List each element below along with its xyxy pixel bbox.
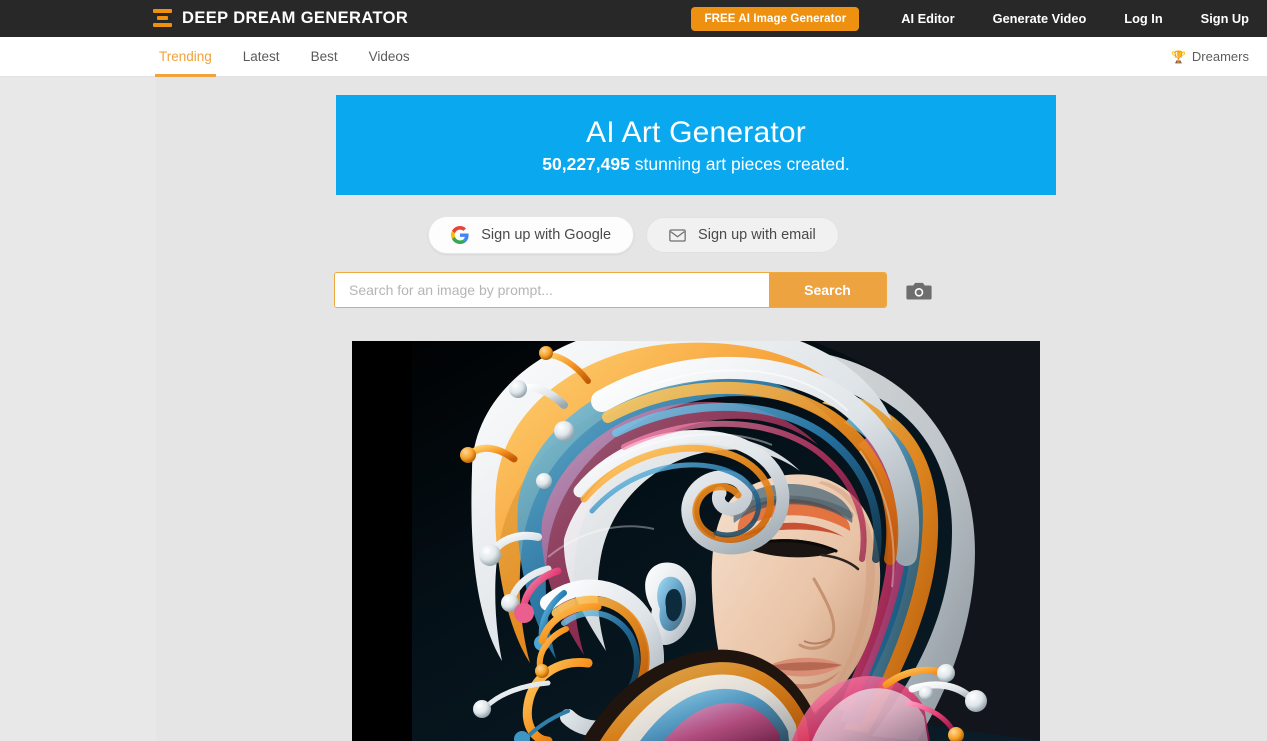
- search-bar: Search: [334, 272, 887, 308]
- hourglass-logo-icon: [153, 8, 172, 30]
- tab-best[interactable]: Best: [311, 37, 338, 77]
- dreamers-link[interactable]: 🏆 Dreamers: [1171, 49, 1249, 64]
- tab-videos[interactable]: Videos: [369, 37, 410, 77]
- camera-icon: [905, 282, 932, 299]
- hero-subtitle: 50,227,495 stunning art pieces created.: [542, 154, 849, 175]
- page-background-left: [0, 77, 156, 741]
- free-ai-image-generator-button[interactable]: FREE AI Image Generator: [691, 6, 860, 31]
- brand-logo[interactable]: DEEP DREAM GENERATOR: [153, 8, 408, 30]
- top-navigation: FREE AI Image Generator AI Editor Genera…: [691, 6, 1267, 31]
- google-button-label: Sign up with Google: [481, 227, 612, 243]
- art-pieces-count: 50,227,495: [542, 153, 630, 174]
- hero-banner: AI Art Generator 50,227,495 stunning art…: [336, 95, 1056, 195]
- artwork-image: [352, 341, 1040, 741]
- sign-up-with-google-button[interactable]: Sign up with Google: [428, 216, 635, 254]
- camera-search-button[interactable]: [904, 279, 933, 301]
- dreamers-label: Dreamers: [1191, 49, 1249, 64]
- email-button-label: Sign up with email: [698, 227, 816, 243]
- tab-latest[interactable]: Latest: [243, 37, 280, 77]
- featured-artwork[interactable]: [352, 341, 1040, 741]
- signup-buttons-row: Sign up with Google Sign up with email: [0, 216, 1267, 254]
- tab-trending[interactable]: Trending: [155, 37, 216, 77]
- page-title: AI Art Generator: [586, 115, 806, 149]
- brand-title: DEEP DREAM GENERATOR: [182, 9, 409, 27]
- nav-item-generate-video[interactable]: Generate Video: [993, 11, 1087, 26]
- sign-up-with-email-button[interactable]: Sign up with email: [646, 217, 839, 253]
- secondary-nav-bar: Trending Latest Best Videos 🏆 Dreamers: [0, 37, 1267, 77]
- page-root: DEEP DREAM GENERATOR FREE AI Image Gener…: [0, 0, 1267, 741]
- search-input[interactable]: [335, 273, 769, 307]
- envelope-icon: [669, 228, 686, 242]
- search-button[interactable]: Search: [769, 273, 886, 307]
- nav-item-sign-up[interactable]: Sign Up: [1201, 11, 1249, 26]
- hero-subtitle-text: stunning art pieces created.: [629, 153, 850, 174]
- nav-item-ai-editor[interactable]: AI Editor: [901, 11, 954, 26]
- google-g-icon: [451, 226, 469, 244]
- trophy-icon: 🏆: [1170, 49, 1186, 64]
- search-row: Search: [0, 272, 1267, 308]
- nav-item-log-in[interactable]: Log In: [1124, 11, 1162, 26]
- feed-tabs: Trending Latest Best Videos: [155, 37, 441, 77]
- top-header-bar: DEEP DREAM GENERATOR FREE AI Image Gener…: [0, 0, 1267, 37]
